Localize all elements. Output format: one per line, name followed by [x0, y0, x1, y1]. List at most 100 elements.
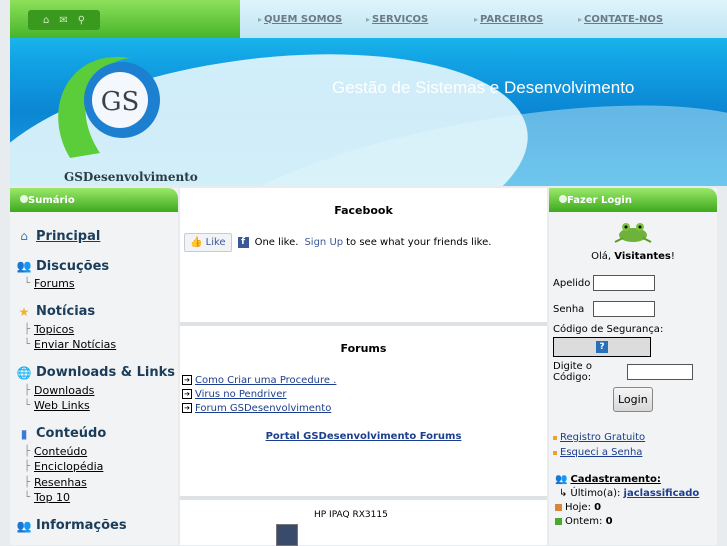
menu-discucoes: 👥 Discuções: [16, 256, 178, 276]
menu-weblinks[interactable]: └ Web Links: [16, 398, 178, 414]
menu-top10[interactable]: └ Top 10: [16, 490, 178, 506]
menu-principal[interactable]: ⌂ Principal: [16, 226, 178, 246]
forum-item[interactable]: ➔ Como Criar uma Procedure .: [182, 373, 547, 387]
nav-parceiros-link[interactable]: PARCEIROS: [480, 14, 543, 25]
menu-downloads-links-label: Downloads & Links: [36, 365, 175, 380]
nav-parceiros[interactable]: ▸ PARCEIROS: [474, 0, 543, 38]
menu-topicos[interactable]: ├ Topicos: [16, 322, 178, 338]
nav-quem-somos[interactable]: ▸ QUEM SOMOS: [258, 0, 342, 38]
ultimo-user-link[interactable]: jaclassificado: [624, 488, 700, 499]
codigo-seguranca-label: Código de Segurança:: [553, 324, 664, 335]
login-title: Fazer Login: [567, 194, 632, 206]
menu-informacoes-label: Informações: [36, 518, 127, 533]
portal-link-row: Portal GSDesenvolvimento Forums: [180, 415, 547, 442]
menu-resenhas[interactable]: ├ Resenhas: [16, 475, 178, 491]
menu-downloads[interactable]: ├ Downloads: [16, 383, 178, 399]
nav-quem-somos-link[interactable]: QUEM SOMOS: [264, 14, 342, 25]
arrow-right-icon: ➔: [182, 375, 192, 385]
gs-logo: GS: [58, 56, 160, 158]
registro-link[interactable]: Registro Gratuito: [560, 432, 645, 443]
greeting-prefix: Olá,: [591, 251, 612, 262]
login-block: Olá, Visitantes!: [549, 212, 717, 262]
ontem-value: 0: [605, 515, 613, 527]
login-form: Apelido Senha Código de Segurança: ? Dig…: [549, 262, 717, 412]
esqueci-row[interactable]: Esqueci a Senha: [553, 445, 717, 460]
menu-conteudo-label: Conteúdo: [36, 426, 107, 441]
menu-downloads-link[interactable]: Downloads: [34, 384, 94, 397]
home-icon: ⌂: [20, 229, 28, 243]
nav-servicos-link[interactable]: SERVIÇOS: [372, 14, 428, 25]
login-button[interactable]: Login: [613, 387, 653, 412]
cadastramento-title: Cadastramento:: [570, 473, 661, 485]
menu-forums-link[interactable]: Forums: [34, 277, 75, 290]
forums-title: Forums: [340, 342, 387, 355]
menu-noticias-label: Notícias: [36, 304, 96, 319]
forum-item-link[interactable]: Forum GSDesenvolvimento: [195, 403, 331, 414]
right-sidebar: Fazer Login Olá, Visitantes! Apelido Sen…: [549, 188, 717, 545]
menu-conteudo-sub[interactable]: ├ Conteúdo: [16, 444, 178, 460]
menu-weblinks-link[interactable]: Web Links: [34, 399, 90, 412]
nav-servicos[interactable]: ▸ SERVIÇOS: [366, 0, 428, 38]
menu-enviar-link[interactable]: Enviar Notícias: [34, 338, 116, 351]
menu-enciclopedia-link[interactable]: Enciclopédia: [34, 460, 103, 473]
menu-discucoes-label: Discuções: [36, 258, 110, 274]
apelido-label: Apelido: [553, 277, 591, 289]
info-icon: 👥: [16, 518, 32, 533]
mail-icon[interactable]: ✉: [59, 15, 67, 26]
menu-enciclopedia[interactable]: ├ Enciclopédia: [16, 459, 178, 475]
account-links: Registro Gratuito Esqueci a Senha: [549, 412, 717, 460]
bar-chart-icon: ▮: [20, 426, 28, 441]
forum-item-link[interactable]: Como Criar uma Procedure .: [195, 375, 336, 386]
nav-contate-nos-link[interactable]: CONTATE-NOS: [584, 14, 663, 25]
tree-branch: ├: [24, 445, 31, 457]
square-icon: [555, 503, 562, 511]
forum-item[interactable]: ➔ Forum GSDesenvolvimento: [182, 401, 547, 415]
facebook-icon: f: [237, 237, 249, 248]
bullet-icon: [559, 195, 567, 203]
signup-link[interactable]: Sign Up: [304, 237, 343, 248]
ultimo-label: Último(a):: [570, 487, 621, 499]
codigo-input[interactable]: [627, 364, 693, 380]
registro-row[interactable]: Registro Gratuito: [553, 430, 717, 445]
esqueci-senha-link[interactable]: Esqueci a Senha: [560, 447, 642, 458]
arrow-icon: ↳: [559, 487, 568, 499]
summary-title: Sumário: [28, 194, 75, 206]
menu-enviar[interactable]: └ Enviar Notícias: [16, 337, 178, 353]
tree-branch: ├: [24, 476, 31, 488]
apelido-input[interactable]: [593, 275, 655, 291]
hoje-label: Hoje:: [565, 501, 591, 513]
tree-branch: ├: [24, 461, 31, 473]
captcha-icon: ?: [596, 341, 608, 353]
forum-item[interactable]: ➔ Virus no Pendriver: [182, 387, 547, 401]
home-icon[interactable]: ⌂: [43, 15, 49, 26]
menu-principal-label[interactable]: Principal: [36, 229, 100, 244]
senha-row: Senha: [553, 296, 717, 322]
frog-mascot-icon: [614, 223, 652, 243]
facebook-panel: Facebook 👍 Like f One like. Sign Up to s…: [180, 188, 547, 322]
digite-row: Digite o Código:: [553, 359, 717, 385]
hoje-value: 0: [594, 501, 602, 513]
menu-top10-link[interactable]: Top 10: [34, 491, 70, 504]
product-image[interactable]: [276, 524, 298, 546]
menu-forums[interactable]: └ Forums: [16, 276, 178, 292]
menu-topicos-link[interactable]: Topicos: [34, 323, 74, 336]
menu-conteudo: ▮ Conteúdo: [16, 424, 178, 444]
tree-branch: └: [24, 492, 31, 504]
like-text-suffix: to see what your friends like.: [346, 237, 492, 248]
product-name: HP IPAQ RX3115: [314, 510, 388, 520]
nav-arrow-icon: ▸: [578, 14, 583, 24]
senha-input[interactable]: [593, 301, 655, 317]
search-icon[interactable]: ⚲: [78, 15, 85, 26]
forum-item-link[interactable]: Virus no Pendriver: [195, 389, 286, 400]
portal-forums-link[interactable]: Portal GSDesenvolvimento Forums: [266, 431, 462, 442]
bullet-icon: [553, 450, 557, 455]
security-code-image: ?: [553, 337, 651, 357]
bullet-icon: [20, 195, 28, 203]
nav-contate-nos[interactable]: ▸ CONTATE-NOS: [578, 0, 663, 38]
menu-resenhas-link[interactable]: Resenhas: [34, 476, 87, 489]
tree-branch: └: [24, 339, 31, 351]
menu-conteudo-link[interactable]: Conteúdo: [34, 445, 87, 458]
like-button[interactable]: 👍 Like: [184, 233, 232, 252]
forum-list: ➔ Como Criar uma Procedure . ➔ Virus no Pe…: [180, 355, 547, 415]
nav-arrow-icon: ▸: [366, 14, 371, 24]
